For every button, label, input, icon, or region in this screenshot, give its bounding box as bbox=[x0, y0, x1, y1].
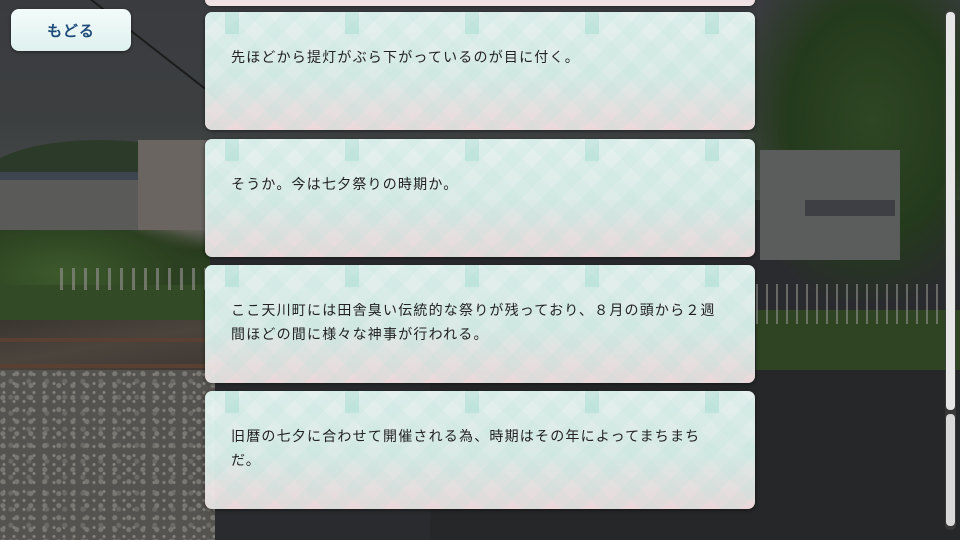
fence-left bbox=[60, 268, 210, 290]
gravel bbox=[0, 370, 215, 540]
log-entry-card[interactable]: そうか。今は七夕祭りの時期か。 bbox=[205, 139, 755, 257]
fence-right bbox=[756, 284, 946, 324]
rail bbox=[0, 338, 215, 342]
scrollbar-thumb[interactable] bbox=[946, 12, 955, 410]
log-entry-text: 先ほどから提灯がぶら下がっているのが目に付く。 bbox=[231, 50, 580, 66]
log-entry-text: 旧暦の七夕に合わせて開催される為、時期はその年によってまちまちだ。 bbox=[231, 429, 701, 469]
log-entry-card[interactable]: ここ天川町には田舎臭い伝統的な祭りが残っており、８月の頭から２週間ほどの間に様々… bbox=[205, 265, 755, 383]
log-entry-text: ここ天川町には田舎臭い伝統的な祭りが残っており、８月の頭から２週間ほどの間に様々… bbox=[231, 303, 716, 343]
house-roof-right bbox=[805, 200, 895, 216]
back-button[interactable]: もどる bbox=[11, 9, 131, 51]
game-backlog-screen: もどる 先ほどから提灯がぶら下がっているのが目に付く。 そうか。今は七夕祭りの時… bbox=[0, 0, 960, 540]
backlog-list[interactable]: 先ほどから提灯がぶら下がっているのが目に付く。 そうか。今は七夕祭りの時期か。 … bbox=[205, 0, 755, 540]
back-button-label: もどる bbox=[47, 21, 95, 40]
log-entry-card[interactable]: 旧暦の七夕に合わせて開催される為、時期はその年によってまちまちだ。 bbox=[205, 391, 755, 509]
rail bbox=[0, 364, 215, 368]
scrollbar-thumb-end[interactable] bbox=[946, 414, 955, 526]
log-entry-text: そうか。今は七夕祭りの時期か。 bbox=[231, 177, 459, 193]
log-entry-card[interactable]: 先ほどから提灯がぶら下がっているのが目に付く。 bbox=[205, 12, 755, 130]
